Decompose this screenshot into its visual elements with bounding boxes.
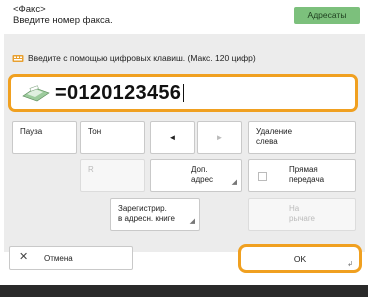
delete-left-label: Удаление слева: [256, 127, 293, 146]
r-key-button[interactable]: R: [80, 159, 145, 192]
screen-instruction: Введите номер факса.: [13, 15, 113, 26]
hint-text: Введите с помощью цифровых клавиш. (Макс…: [28, 53, 256, 63]
status-bar: [0, 285, 368, 297]
pause-label: Пауза: [20, 127, 43, 136]
checkbox-icon: [258, 172, 267, 181]
screen-title: <Факс>: [13, 4, 46, 15]
subaddress-label: Доп. адрес: [191, 165, 214, 184]
pause-button[interactable]: Пауза: [12, 121, 77, 154]
cursor-left-button[interactable]: ◄: [150, 121, 195, 154]
r-key-label: R: [88, 165, 94, 174]
on-hook-label: На рычаге: [289, 204, 316, 223]
arrow-right-icon: ►: [215, 132, 224, 142]
direct-send-label: Прямая передача: [289, 165, 325, 184]
delete-left-button[interactable]: Удаление слева: [248, 121, 356, 154]
enter-icon: ↲: [347, 261, 353, 268]
arrow-left-icon: ◄: [168, 132, 177, 142]
cancel-button[interactable]: ✕ Отмена: [9, 246, 133, 270]
text-cursor: [183, 84, 185, 102]
register-label: Зарегистрир. в адресн. книге: [118, 204, 175, 223]
keypad-icon: [12, 55, 24, 62]
tone-button[interactable]: Тон: [80, 121, 145, 154]
ok-label: OK: [293, 253, 307, 264]
fax-number-value: =0120123456: [55, 81, 182, 104]
direct-send-button[interactable]: Прямая передача: [248, 159, 356, 192]
more-options-icon: ◢: [231, 179, 237, 186]
register-address-book-button[interactable]: Зарегистрир. в адресн. книге ◢: [110, 198, 200, 231]
close-icon: ✕: [19, 251, 29, 263]
on-hook-button[interactable]: На рычаге: [248, 198, 356, 231]
hint-row: Введите с помощью цифровых клавиш. (Макс…: [12, 53, 256, 63]
address-book-button[interactable]: Адресаты: [294, 7, 360, 24]
ok-button[interactable]: OK ↲: [238, 244, 362, 273]
fax-number-field[interactable]: =0120123456: [8, 74, 358, 112]
more-options-icon: ◢: [189, 218, 195, 225]
tone-label: Тон: [88, 127, 102, 136]
cancel-label: Отмена: [44, 254, 73, 263]
fax-machine-icon: [22, 85, 50, 102]
cursor-right-button[interactable]: ►: [197, 121, 242, 154]
subaddress-button[interactable]: Доп. адрес ◢: [150, 159, 242, 192]
